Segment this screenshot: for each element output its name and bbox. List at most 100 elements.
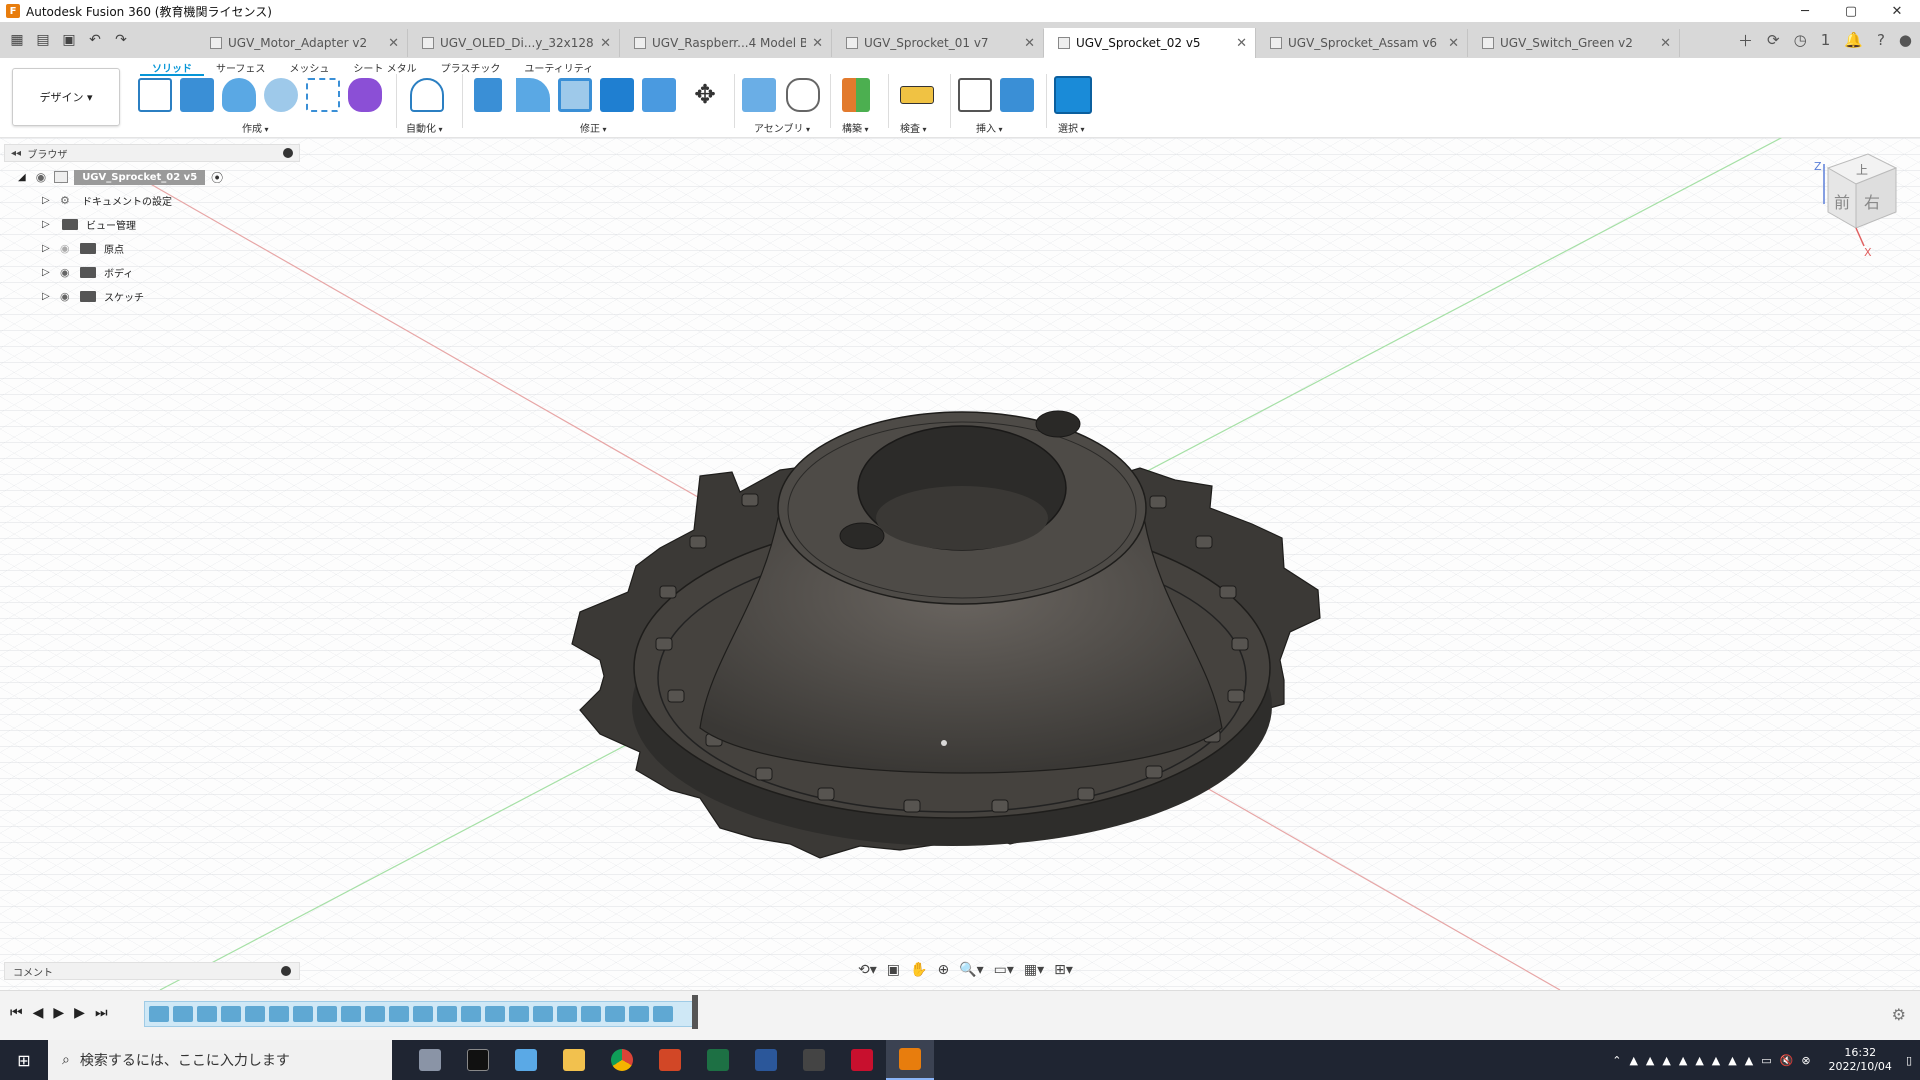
timeline-feature[interactable] xyxy=(437,1006,457,1022)
tray-app-icon[interactable]: ▲ xyxy=(1629,1054,1637,1067)
redo-icon[interactable]: ↷ xyxy=(110,29,132,51)
timeline-feature[interactable] xyxy=(533,1006,553,1022)
taskbar-app-powerpoint[interactable] xyxy=(646,1040,694,1080)
tab-close-icon[interactable]: ✕ xyxy=(1660,36,1671,51)
job-status-icon[interactable]: ◷ xyxy=(1794,31,1807,49)
volume-muted-icon[interactable]: 🔇 xyxy=(1780,1054,1794,1067)
tab-close-icon[interactable]: ✕ xyxy=(388,36,399,51)
display-settings-icon[interactable]: ▭▾ xyxy=(994,962,1014,978)
timeline-feature[interactable] xyxy=(581,1006,601,1022)
workspace-switcher-button[interactable]: デザイン ▾ xyxy=(12,68,120,126)
new-component-icon[interactable] xyxy=(742,78,776,112)
timeline-track[interactable] xyxy=(144,1001,694,1027)
comments-panel[interactable]: コメント xyxy=(4,962,300,980)
timeline-feature[interactable] xyxy=(221,1006,241,1022)
timeline-feature[interactable] xyxy=(605,1006,625,1022)
timeline-feature[interactable] xyxy=(269,1006,289,1022)
taskbar-app-file-explorer[interactable] xyxy=(550,1040,598,1080)
taskbar-app-word[interactable] xyxy=(742,1040,790,1080)
tab-solid[interactable]: ソリッド xyxy=(140,58,204,76)
orbit-icon[interactable]: ⟲▾ xyxy=(858,962,877,978)
browser-item-named-views[interactable]: ▷ ビュー管理 xyxy=(4,212,300,236)
timeline-feature[interactable] xyxy=(509,1006,529,1022)
visibility-eye-icon[interactable]: ◉ xyxy=(60,290,76,303)
timeline-feature[interactable] xyxy=(197,1006,217,1022)
tab-close-icon[interactable]: ✕ xyxy=(600,36,611,51)
extensions-icon[interactable]: ⟳ xyxy=(1767,31,1780,49)
look-at-icon[interactable]: ▣ xyxy=(887,962,900,978)
group-inspect[interactable]: 検査 xyxy=(900,120,927,135)
go-to-end-icon[interactable]: ⏭ xyxy=(95,1005,108,1021)
group-construct[interactable]: 構築 xyxy=(842,120,869,135)
user-avatar[interactable]: ● xyxy=(1899,31,1912,49)
notifications-bell-icon[interactable]: 🔔 xyxy=(1844,31,1863,49)
timeline-marker[interactable] xyxy=(692,995,698,1029)
taskbar-app-explorer-preview[interactable] xyxy=(406,1040,454,1080)
taskbar-clock[interactable]: 16:32 2022/10/04 xyxy=(1829,1046,1892,1074)
expand-arrow-icon[interactable]: ▷ xyxy=(42,291,54,302)
tab-surface[interactable]: サーフェス xyxy=(204,58,277,76)
browser-item-origin[interactable]: ▷ ◉ 原点 xyxy=(4,236,300,260)
pattern-icon[interactable] xyxy=(306,78,340,112)
doc-tab[interactable]: UGV_OLED_Di...y_32x128 v3✕ xyxy=(408,29,620,57)
browser-item-document-settings[interactable]: ▷ ⚙ ドキュメントの設定 xyxy=(4,188,300,212)
tray-app-icon[interactable]: ▲ xyxy=(1679,1054,1687,1067)
close-button[interactable]: ✕ xyxy=(1874,0,1920,22)
group-assemble[interactable]: アセンブリ xyxy=(754,120,810,135)
hidden-eye-icon[interactable]: ◉ xyxy=(60,242,76,255)
group-create[interactable]: 作成 xyxy=(242,120,269,135)
taskbar-app-notepad[interactable] xyxy=(502,1040,550,1080)
tab-utility[interactable]: ユーティリティ xyxy=(512,58,605,76)
timeline-feature[interactable] xyxy=(485,1006,505,1022)
timeline-feature[interactable] xyxy=(317,1006,337,1022)
combine-icon[interactable] xyxy=(600,78,634,112)
browser-root-row[interactable]: ◢ ◉ UGV_Sprocket_02 v5 ⦿ xyxy=(4,166,300,188)
doc-tab[interactable]: UGV_Motor_Adapter v2 ✕ xyxy=(196,29,408,57)
automate-icon[interactable] xyxy=(410,78,444,112)
expand-arrow-icon[interactable]: ▷ xyxy=(42,219,54,230)
doc-tab[interactable]: UGV_Raspberr...4 Model B v7✕ xyxy=(620,29,832,57)
tray-close-icon[interactable]: ⊗ xyxy=(1801,1054,1810,1067)
taskbar-app-fusion360[interactable] xyxy=(886,1040,934,1080)
insert-image-icon[interactable] xyxy=(1000,78,1034,112)
extrude-icon[interactable] xyxy=(180,78,214,112)
tab-close-icon[interactable]: ✕ xyxy=(1024,36,1035,51)
pin-icon[interactable] xyxy=(283,148,293,158)
new-tab-icon[interactable]: ＋ xyxy=(1738,30,1753,51)
save-icon[interactable]: ▣ xyxy=(58,29,80,51)
tray-app-icon[interactable]: ▲ xyxy=(1662,1054,1670,1067)
fit-zoom-window-icon[interactable]: 🔍▾ xyxy=(959,962,983,978)
minimize-button[interactable]: ─ xyxy=(1782,0,1828,22)
go-to-start-icon[interactable]: ⏮ xyxy=(10,1005,23,1021)
hole-icon[interactable] xyxy=(264,78,298,112)
tab-plastic[interactable]: プラスチック xyxy=(429,58,513,76)
expand-arrow-icon[interactable]: ▷ xyxy=(42,267,54,278)
doc-tab[interactable]: UGV_Sprocket_Assam v6 ✕ xyxy=(1256,29,1468,57)
timeline-settings-gear-icon[interactable]: ⚙ xyxy=(1892,1005,1906,1024)
create-form-icon[interactable] xyxy=(348,78,382,112)
timeline-feature[interactable] xyxy=(389,1006,409,1022)
insert-derive-icon[interactable] xyxy=(958,78,992,112)
tray-app-icon[interactable]: ▲ xyxy=(1712,1054,1720,1067)
timeline-feature[interactable] xyxy=(461,1006,481,1022)
taskbar-app-terminal[interactable] xyxy=(454,1040,502,1080)
tray-app-icon[interactable]: ▲ xyxy=(1745,1054,1753,1067)
revolve-icon[interactable] xyxy=(222,78,256,112)
add-comment-icon[interactable] xyxy=(281,966,291,976)
tab-close-icon[interactable]: ✕ xyxy=(812,36,823,51)
timeline-feature[interactable] xyxy=(245,1006,265,1022)
group-insert[interactable]: 挿入 xyxy=(976,120,1003,135)
notification-center-icon[interactable]: ▯ xyxy=(1906,1054,1912,1067)
play-icon[interactable]: ▶ xyxy=(53,1005,64,1021)
expand-arrow-icon[interactable]: ▷ xyxy=(42,195,54,206)
pan-hand-icon[interactable]: ✋ xyxy=(910,962,927,978)
press-pull-icon[interactable] xyxy=(474,78,502,112)
activate-radio-icon[interactable]: ⦿ xyxy=(211,169,223,186)
tab-sheet-metal[interactable]: シート メタル xyxy=(341,58,428,76)
doc-tab[interactable]: UGV_Sprocket_01 v7 ✕ xyxy=(832,29,1044,57)
doc-tab[interactable]: UGV_Switch_Green v2 ✕ xyxy=(1468,29,1680,57)
canvas-viewport[interactable]: 上 前 右 Z X ◂◂ ブラウザ ◢ ◉ UGV_Sprocket_02 v5… xyxy=(0,138,1920,990)
create-sketch-icon[interactable] xyxy=(138,78,172,112)
tab-close-icon[interactable]: ✕ xyxy=(1448,36,1459,51)
taskbar-app-chrome[interactable] xyxy=(598,1040,646,1080)
